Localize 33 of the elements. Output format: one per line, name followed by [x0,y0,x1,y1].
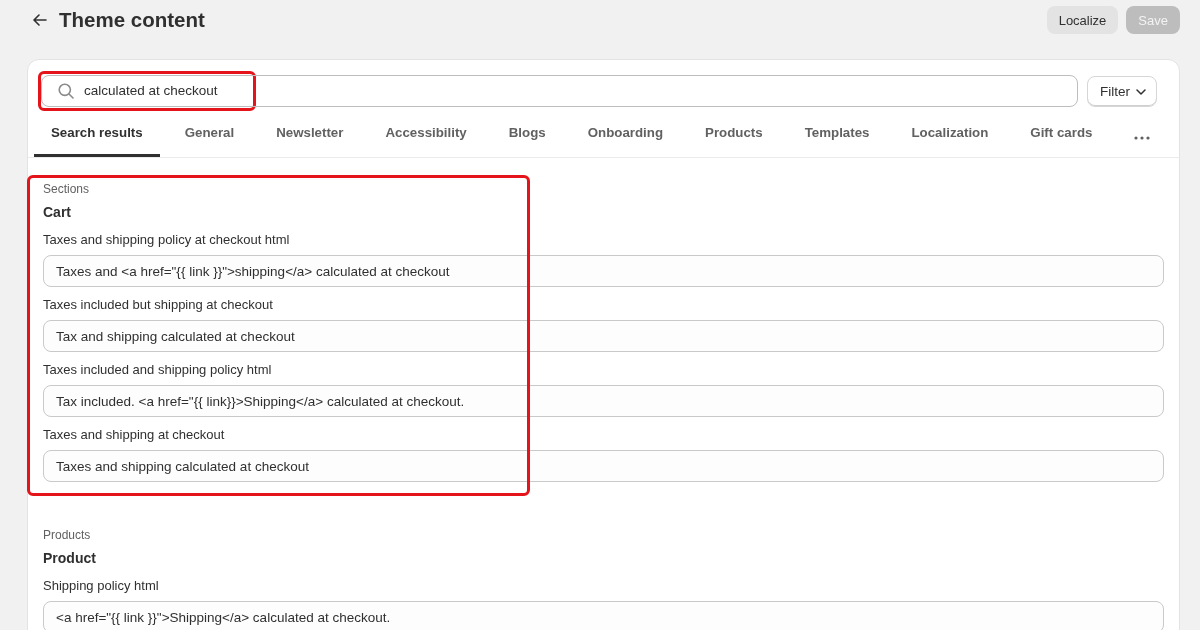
text-field[interactable]: Taxes and <a href="{{ link }}">shipping</a> calculated at checkout [43,255,1164,287]
text-field[interactable]: <a href="{{ link }}">Shipping</a> calculated at checkout. [43,601,1164,630]
field-label: Taxes and shipping policy at checkout html [43,231,290,249]
tab[interactable]: Templates [787,117,887,157]
arrow-left-icon [33,14,47,26]
tab[interactable]: General [167,117,252,157]
tab[interactable]: Products [688,117,780,157]
field-label: Taxes included and shipping policy html [43,361,272,379]
text-field[interactable]: Taxes and shipping calculated at checkout [43,450,1164,482]
tab[interactable]: Accessibility [368,117,484,157]
text-field[interactable]: Tax included. <a href="{{ link}}>Shipping</a> calculated at checkout. [43,385,1164,417]
tab[interactable]: Search results [34,117,160,157]
section-category: Sections [43,181,91,197]
page-title: Theme content [59,7,205,33]
field-label: Taxes and shipping at checkout [43,426,225,444]
field-label: Taxes included but shipping at checkout [43,296,273,314]
search-field[interactable]: calculated at checkout [41,75,1078,107]
section-title: Cart [43,203,72,222]
tab[interactable]: Newsletter [259,117,361,157]
field-label: Shipping policy html [43,577,159,595]
section-category: Products [43,527,92,543]
back-button[interactable] [33,14,47,26]
header-button[interactable]: Localize [1046,6,1119,34]
tab[interactable]: Blogs [491,117,563,157]
ellipsis-icon [1134,136,1151,140]
filter-button[interactable]: Filter [1087,76,1157,107]
chevron-down-icon [1136,88,1146,95]
search-icon [58,83,74,99]
tab[interactable]: Localization [894,117,1006,157]
tab[interactable]: Onboarding [570,117,681,157]
tab[interactable]: Gift cards [1013,117,1110,157]
text-field[interactable]: Tax and shipping calculated at checkout [43,320,1164,352]
section-title: Product [43,549,97,568]
